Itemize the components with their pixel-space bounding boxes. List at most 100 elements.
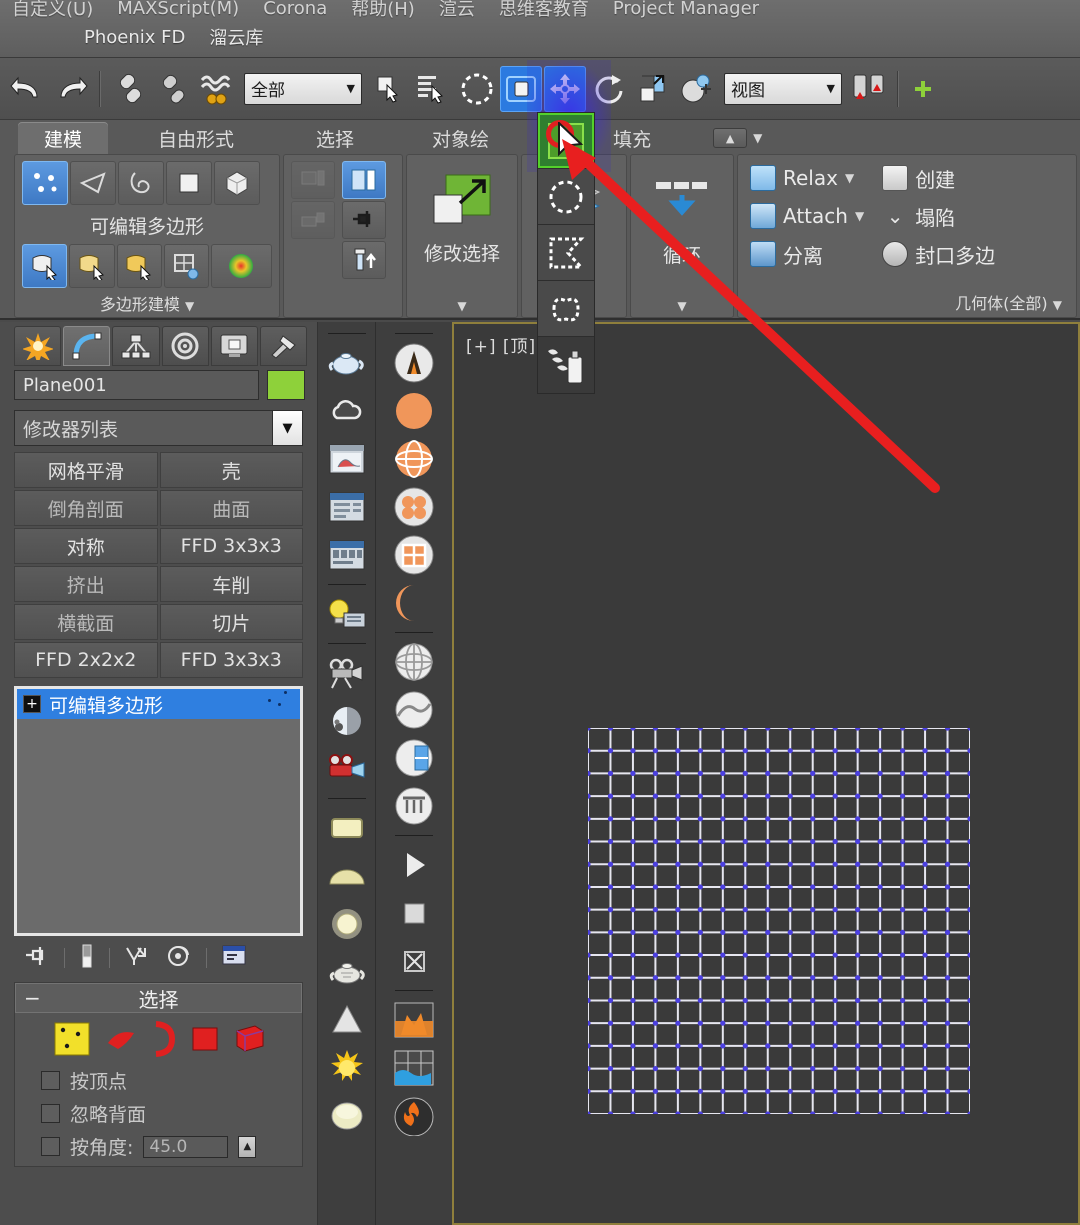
cancel-button[interactable] bbox=[392, 939, 436, 983]
geometry-item-relax[interactable]: Relax ▼ bbox=[750, 159, 864, 197]
menu-item-help[interactable]: 帮助(H) bbox=[339, 0, 427, 21]
ribbon-minimize-button[interactable]: ▲ ▼ bbox=[687, 122, 788, 154]
polygon-modeling-panel-title[interactable]: 多边形建模 ▼ bbox=[15, 289, 279, 318]
corona-globe-button[interactable] bbox=[392, 437, 436, 481]
modifier-button[interactable]: 壳 bbox=[159, 452, 303, 488]
pin-stack-button[interactable] bbox=[24, 945, 50, 971]
ribbon-tab-freeform[interactable]: 自由形式 bbox=[132, 122, 260, 154]
geometry-item-detach[interactable]: 分离 bbox=[750, 235, 864, 273]
modifier-button[interactable]: 曲面 bbox=[159, 490, 303, 526]
border-subobject-button[interactable] bbox=[118, 161, 164, 205]
bind-to-space-warp-button[interactable] bbox=[196, 66, 238, 112]
preview-subobject-button[interactable] bbox=[291, 201, 335, 239]
redo-button[interactable] bbox=[50, 66, 92, 112]
select-and-scale-button[interactable] bbox=[632, 66, 674, 112]
coordinate-system-combo[interactable]: 视图 ▼ bbox=[724, 72, 842, 105]
geometry-panel-title[interactable]: 几何体(全部) ▼ bbox=[738, 288, 1076, 317]
edge-subobject-button[interactable] bbox=[70, 161, 116, 205]
show-end-result-button[interactable] bbox=[79, 944, 95, 972]
quick-slice-button[interactable] bbox=[116, 244, 162, 288]
option-by-vertex[interactable]: 按顶点 bbox=[15, 1061, 302, 1094]
modifier-stack-item[interactable]: + 可编辑多边形 bbox=[17, 689, 300, 719]
configure-sets-button[interactable] bbox=[221, 944, 249, 972]
light-lister-button[interactable] bbox=[325, 592, 369, 636]
pin-stack-button[interactable] bbox=[342, 201, 386, 239]
selection-rollout-header[interactable]: − 选择 bbox=[15, 983, 302, 1013]
option-by-angle[interactable]: 按角度: 45.0 ▲ bbox=[15, 1127, 302, 1166]
fence-region-button[interactable] bbox=[538, 225, 594, 281]
menu-item-corona[interactable]: Corona bbox=[251, 0, 339, 19]
geometry-item-create[interactable]: 创建 bbox=[882, 159, 995, 197]
play-button[interactable] bbox=[392, 843, 436, 887]
select-object-button[interactable] bbox=[368, 66, 410, 112]
corona-logo-button[interactable] bbox=[392, 341, 436, 385]
menu-item-xuanyun[interactable]: 渲云 bbox=[427, 0, 487, 21]
grow-selection-button[interactable] bbox=[425, 165, 499, 239]
modifier-button[interactable]: FFD 3x3x3 bbox=[159, 642, 303, 678]
plane-object[interactable] bbox=[588, 728, 970, 1114]
menu-item-phoenix-fd[interactable]: Phoenix FD bbox=[72, 27, 197, 48]
by-angle-spinner[interactable]: ▲ bbox=[238, 1135, 257, 1158]
modifier-button[interactable]: 对称 bbox=[14, 528, 158, 564]
cloud-button[interactable] bbox=[325, 389, 369, 433]
window-crossing-toggle-button[interactable] bbox=[500, 65, 542, 112]
show-end-result-button[interactable] bbox=[342, 161, 386, 199]
option-ignore-backfacing[interactable]: 忽略背面 bbox=[15, 1094, 302, 1127]
edge-level-button[interactable] bbox=[105, 1021, 139, 1061]
render-setup-button[interactable] bbox=[325, 485, 369, 529]
select-and-rotate-button[interactable] bbox=[588, 66, 630, 112]
geometry-item-collapse[interactable]: ⌄ 塌陷 bbox=[882, 197, 995, 235]
paint-region-button[interactable] bbox=[538, 337, 594, 393]
utilities-tab[interactable] bbox=[259, 326, 308, 366]
modifier-button[interactable]: 倒角剖面 bbox=[14, 490, 158, 526]
vertex-level-button[interactable] bbox=[53, 1021, 93, 1061]
phoenix-fire-source-button[interactable] bbox=[392, 998, 436, 1042]
polygon-level-button[interactable] bbox=[189, 1023, 221, 1059]
red-camera-button[interactable] bbox=[325, 747, 369, 791]
modifier-list-combo[interactable]: 修改器列表 ▼ bbox=[14, 410, 303, 446]
create-tab[interactable] bbox=[14, 326, 62, 366]
object-name-input[interactable]: Plane001 bbox=[14, 370, 259, 400]
menu-item-siweike[interactable]: 思维客教育 bbox=[487, 0, 601, 21]
use-pivot-point-center-button[interactable] bbox=[848, 66, 890, 112]
by-vertex-checkbox[interactable] bbox=[41, 1071, 60, 1090]
modify-tab[interactable] bbox=[63, 326, 111, 366]
stop-button[interactable] bbox=[392, 891, 436, 935]
by-angle-checkbox[interactable] bbox=[41, 1137, 60, 1156]
sun-button[interactable] bbox=[325, 1046, 369, 1090]
phoenix-liquid-button[interactable] bbox=[392, 1046, 436, 1090]
render-frame-window-button[interactable] bbox=[325, 437, 369, 481]
select-and-link-button[interactable] bbox=[108, 66, 150, 112]
select-by-name-button[interactable] bbox=[412, 66, 454, 112]
border-level-button[interactable] bbox=[151, 1021, 177, 1061]
render-dialog-button[interactable] bbox=[325, 533, 369, 577]
undo-button[interactable] bbox=[6, 66, 48, 112]
selection-filter-combo[interactable]: 全部 ▼ bbox=[244, 72, 362, 105]
sphere-light-button[interactable] bbox=[325, 902, 369, 946]
plane-light-button[interactable] bbox=[325, 806, 369, 850]
swift-loop-button[interactable] bbox=[163, 244, 209, 288]
soft-selection-button[interactable] bbox=[211, 244, 272, 288]
viewport[interactable]: [+] [顶] bbox=[452, 322, 1080, 1225]
menu-item-liuyunku[interactable]: 溜云库 bbox=[197, 24, 275, 50]
disc-light-button[interactable] bbox=[325, 1094, 369, 1138]
white-wave-button[interactable] bbox=[392, 688, 436, 732]
modifier-button[interactable]: 切片 bbox=[159, 604, 303, 640]
snaps-toggle-button[interactable] bbox=[906, 66, 948, 112]
reference-coordinate-button[interactable] bbox=[676, 66, 718, 112]
chevron-down-icon[interactable]: ▼ bbox=[272, 411, 302, 445]
unlink-selection-button[interactable] bbox=[152, 66, 194, 112]
selection-region-button[interactable] bbox=[456, 66, 498, 112]
object-color-swatch[interactable] bbox=[267, 370, 305, 400]
ribbon-tab-populate[interactable]: 填充 bbox=[587, 122, 677, 154]
by-angle-value[interactable]: 45.0 bbox=[143, 1135, 229, 1158]
loop-panel-expand[interactable]: ▼ bbox=[631, 293, 733, 317]
repeat-last-button[interactable] bbox=[69, 244, 115, 288]
geometry-item-attach[interactable]: Attach ▼ bbox=[750, 197, 864, 235]
geometry-item-cap-poly[interactable]: 封口多边 bbox=[882, 235, 995, 273]
element-level-button[interactable] bbox=[233, 1022, 267, 1060]
white-globe-button[interactable] bbox=[392, 640, 436, 684]
white-window-button[interactable] bbox=[392, 736, 436, 780]
menu-item-customize[interactable]: 自定义(U) bbox=[0, 0, 105, 21]
element-subobject-button[interactable] bbox=[214, 161, 260, 205]
